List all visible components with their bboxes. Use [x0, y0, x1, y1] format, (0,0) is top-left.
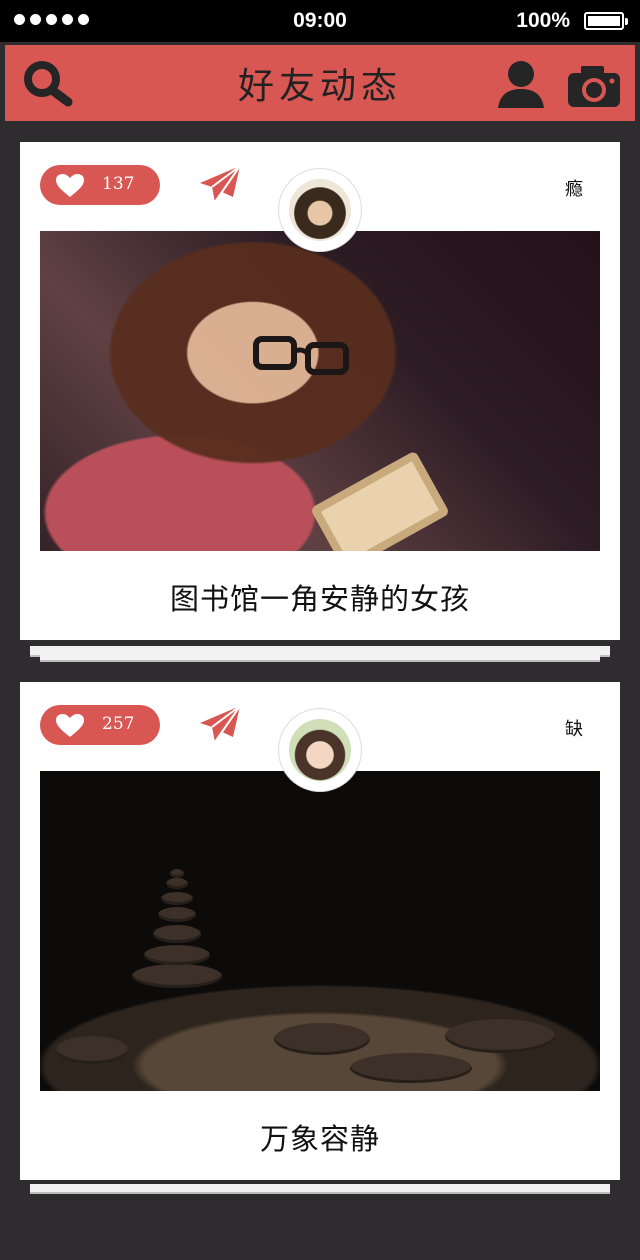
battery-icon: [584, 12, 628, 30]
profile-button[interactable]: [495, 59, 547, 111]
like-count: 257: [102, 714, 135, 734]
post-caption: 图书馆一角安静的女孩: [169, 582, 470, 616]
like-button[interactable]: 137: [40, 165, 160, 205]
stacked-stones-beach-photo[interactable]: [40, 771, 600, 1091]
user-icon: [498, 61, 544, 108]
heart-icon: [56, 714, 84, 737]
profile-avatar-icon: [289, 719, 351, 781]
battery-percent: 100%: [516, 9, 570, 32]
card-stack-shadow: [40, 654, 600, 662]
stone: [132, 964, 222, 988]
stone: [350, 1053, 472, 1083]
stone: [161, 892, 193, 905]
stone: [166, 878, 188, 889]
feed-card: 137 瘾 图书馆一角安静的女孩: [20, 142, 620, 640]
stone: [445, 1019, 555, 1053]
stone: [153, 925, 201, 943]
paper-plane-icon: [200, 165, 241, 203]
reading-girl-photo[interactable]: [40, 231, 600, 551]
post-caption: 万象容静: [259, 1122, 380, 1156]
stone: [158, 907, 196, 922]
paper-plane-icon: [200, 705, 241, 743]
camera-button[interactable]: [565, 63, 623, 109]
feed-card: 257 缺 万象容静: [20, 682, 620, 1180]
stone: [144, 945, 210, 965]
share-button[interactable]: [198, 704, 242, 746]
user-avatar[interactable]: [279, 709, 361, 791]
glasses-shape: [253, 336, 349, 375]
card-stack-shadow: [30, 1184, 610, 1194]
stone: [274, 1023, 370, 1055]
username[interactable]: 瘾: [565, 175, 583, 201]
share-button[interactable]: [198, 164, 242, 206]
open-book: [310, 450, 450, 551]
stone: [56, 1036, 128, 1064]
user-avatar[interactable]: [279, 169, 361, 251]
status-bar: 09:00 100%: [0, 0, 640, 42]
stone: [170, 869, 184, 878]
navigation-bar: 好友动态: [5, 45, 635, 121]
like-count: 137: [102, 174, 135, 194]
like-button[interactable]: 257: [40, 705, 160, 745]
profile-avatar-icon: [289, 179, 351, 241]
username[interactable]: 缺: [565, 715, 583, 741]
camera-icon: [568, 66, 620, 107]
heart-icon: [56, 174, 84, 197]
